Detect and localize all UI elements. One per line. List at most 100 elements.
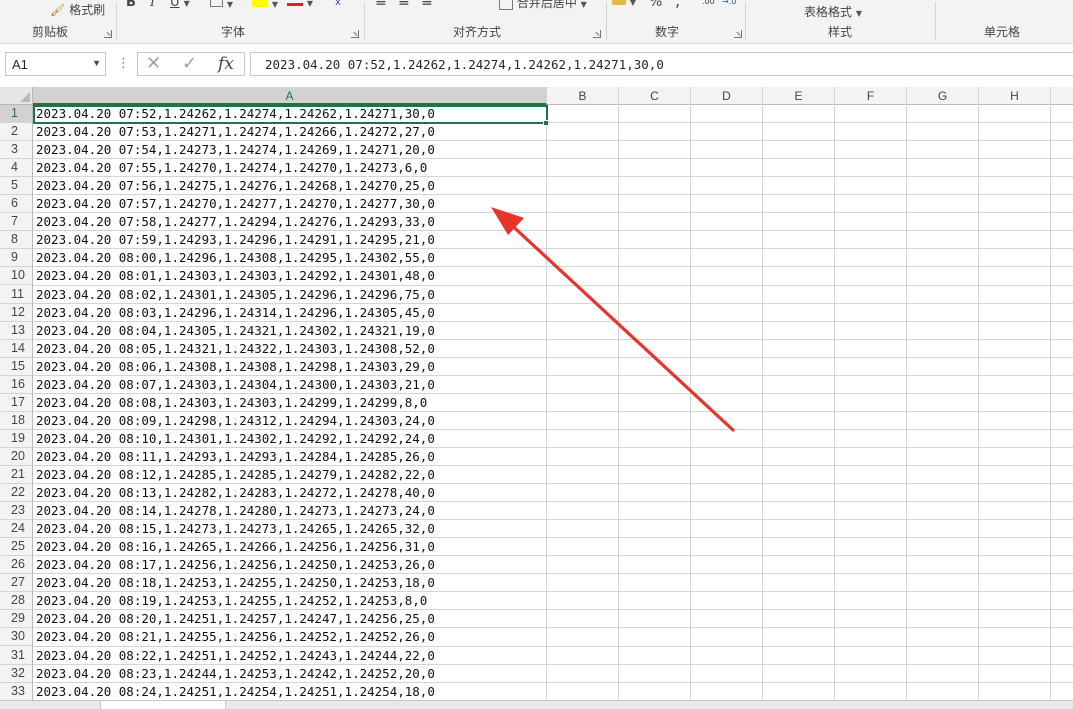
row-header[interactable]: 22: [0, 484, 32, 503]
column-header-b[interactable]: B: [547, 87, 619, 105]
column-header-h[interactable]: H: [979, 87, 1051, 105]
column-header-d[interactable]: D: [691, 87, 763, 105]
more-options-icon[interactable]: ⋮: [117, 56, 130, 71]
row-header[interactable]: 16: [0, 376, 32, 394]
font-launcher-icon[interactable]: [351, 30, 359, 38]
cell-a-value[interactable]: 2023.04.20 08:08,1.24303,1.24303,1.24299…: [36, 394, 427, 412]
row-header[interactable]: 30: [0, 628, 32, 647]
italic-button[interactable]: I: [150, 0, 155, 10]
cell-a-value[interactable]: 2023.04.20 08:20,1.24251,1.24257,1.24247…: [36, 610, 435, 628]
cell-a-value[interactable]: 2023.04.20 08:04,1.24305,1.24321,1.24302…: [36, 322, 435, 340]
cell-a-value[interactable]: 2023.04.20 08:10,1.24301,1.24302,1.24292…: [36, 430, 435, 448]
cell-a-value[interactable]: 2023.04.20 07:59,1.24293,1.24296,1.24291…: [36, 231, 435, 249]
format-painter-button[interactable]: 🖌 格式刷: [50, 1, 105, 18]
align-right-icon[interactable]: ≡: [421, 0, 433, 10]
cell-a-value[interactable]: 2023.04.20 08:16,1.24265,1.24266,1.24256…: [36, 538, 435, 556]
row-header[interactable]: 31: [0, 647, 32, 665]
bold-button[interactable]: B: [126, 0, 136, 10]
row-header[interactable]: 26: [0, 556, 32, 575]
clipboard-launcher-icon[interactable]: [104, 30, 112, 38]
cell-a-value[interactable]: 2023.04.20 08:15,1.24273,1.24273,1.24265…: [36, 520, 435, 538]
cell-a-value[interactable]: 2023.04.20 08:07,1.24303,1.24304,1.24300…: [36, 376, 435, 394]
alignment-launcher-icon[interactable]: [593, 30, 601, 38]
row-header[interactable]: 28: [0, 592, 32, 611]
align-left-icon[interactable]: ≡: [375, 0, 387, 10]
row-header[interactable]: 8: [0, 231, 32, 250]
cell-a-value[interactable]: 2023.04.20 08:06,1.24308,1.24308,1.24298…: [36, 358, 435, 376]
row-header[interactable]: 5: [0, 177, 32, 196]
cell-a-value[interactable]: 2023.04.20 07:54,1.24273,1.24274,1.24269…: [36, 141, 435, 159]
name-box[interactable]: A1 ▼: [5, 52, 106, 76]
cell-a-value[interactable]: 2023.04.20 07:55,1.24270,1.24274,1.24270…: [36, 159, 427, 177]
row-header[interactable]: 27: [0, 574, 32, 593]
increase-decimal-button[interactable]: →.0: [722, 0, 736, 6]
column-header-g[interactable]: G: [907, 87, 979, 105]
row-header[interactable]: 23: [0, 502, 32, 521]
row-header[interactable]: 24: [0, 520, 32, 539]
border-button[interactable]: ▼: [210, 0, 233, 10]
currency-button[interactable]: ▼: [612, 0, 636, 8]
formula-input[interactable]: 2023.04.20 07:52,1.24262,1.24274,1.24262…: [250, 52, 1073, 76]
percent-button[interactable]: %: [649, 0, 662, 10]
cell-a-value[interactable]: 2023.04.20 08:05,1.24321,1.24322,1.24303…: [36, 340, 435, 358]
comma-button[interactable]: ,: [675, 0, 680, 10]
column-header-c[interactable]: C: [619, 87, 691, 105]
row-header[interactable]: 25: [0, 538, 32, 557]
row-header[interactable]: 33: [0, 683, 32, 700]
number-launcher-icon[interactable]: [734, 30, 742, 38]
row-header[interactable]: 1: [0, 105, 32, 123]
cell-a-value[interactable]: 2023.04.20 08:14,1.24278,1.24280,1.24273…: [36, 502, 435, 520]
cell-a-value[interactable]: 2023.04.20 07:53,1.24271,1.24274,1.24266…: [36, 123, 435, 141]
fill-color-button[interactable]: ▼: [252, 0, 278, 10]
row-header[interactable]: 11: [0, 286, 32, 304]
row-header[interactable]: 13: [0, 322, 32, 340]
row-header[interactable]: 14: [0, 340, 32, 358]
cell-a-value[interactable]: 2023.04.20 08:03,1.24296,1.24314,1.24296…: [36, 304, 435, 322]
enter-icon[interactable]: ✓: [182, 53, 197, 74]
cell-a-value[interactable]: 2023.04.20 08:24,1.24251,1.24254,1.24251…: [36, 683, 435, 700]
cell-a-value[interactable]: 2023.04.20 08:17,1.24256,1.24256,1.24250…: [36, 556, 435, 574]
row-header[interactable]: 21: [0, 466, 32, 484]
font-color-button[interactable]: ▼: [287, 0, 313, 9]
cell-a-value[interactable]: 2023.04.20 08:22,1.24251,1.24252,1.24243…: [36, 647, 435, 665]
row-header[interactable]: 32: [0, 665, 32, 683]
cell-a-value[interactable]: 2023.04.20 08:21,1.24255,1.24256,1.24252…: [36, 628, 435, 646]
cell-a-value[interactable]: 2023.04.20 07:56,1.24275,1.24276,1.24268…: [36, 177, 435, 195]
row-header[interactable]: 10: [0, 267, 32, 286]
decrease-decimal-button[interactable]: .00: [702, 0, 715, 6]
row-header[interactable]: 6: [0, 195, 32, 214]
underline-button[interactable]: U ▼: [170, 0, 190, 10]
cell-a-value[interactable]: 2023.04.20 08:23,1.24244,1.24253,1.24242…: [36, 665, 435, 683]
row-header[interactable]: 7: [0, 213, 32, 232]
chevron-down-icon[interactable]: ▼: [92, 58, 101, 68]
cell-a-value[interactable]: 2023.04.20 07:58,1.24277,1.24294,1.24276…: [36, 213, 435, 231]
row-header[interactable]: 17: [0, 394, 32, 412]
row-header[interactable]: 18: [0, 412, 32, 430]
sheet-tab[interactable]: [100, 701, 226, 709]
cell-a-value[interactable]: 2023.04.20 08:09,1.24298,1.24312,1.24294…: [36, 412, 435, 430]
phonetic-button[interactable]: x: [335, 0, 341, 8]
cell-grid[interactable]: 2023.04.20 07:52,1.24262,1.24274,1.24262…: [33, 105, 1073, 700]
column-header-f[interactable]: F: [835, 87, 907, 105]
row-header[interactable]: 15: [0, 358, 32, 376]
align-center-icon[interactable]: ≡: [398, 0, 410, 10]
fill-handle[interactable]: [543, 120, 549, 126]
cell-a-value[interactable]: 2023.04.20 07:57,1.24270,1.24277,1.24270…: [36, 195, 435, 213]
row-header[interactable]: 4: [0, 159, 32, 178]
row-header[interactable]: 12: [0, 304, 32, 322]
cell-a-value[interactable]: 2023.04.20 08:13,1.24282,1.24283,1.24272…: [36, 484, 435, 502]
cell-a-value[interactable]: 2023.04.20 08:00,1.24296,1.24308,1.24295…: [36, 249, 435, 267]
cell-a-value[interactable]: 2023.04.20 08:01,1.24303,1.24303,1.24292…: [36, 267, 435, 285]
row-header[interactable]: 9: [0, 249, 32, 268]
merge-center-button[interactable]: 合并后居中 ▼: [499, 0, 587, 11]
cell-a-value[interactable]: 2023.04.20 08:18,1.24253,1.24255,1.24250…: [36, 574, 435, 592]
cell-a-value[interactable]: 2023.04.20 08:12,1.24285,1.24285,1.24279…: [36, 466, 435, 484]
cancel-icon[interactable]: ✕: [146, 53, 161, 74]
select-all-button[interactable]: [0, 87, 33, 105]
cell-a-value[interactable]: 2023.04.20 08:11,1.24293,1.24293,1.24284…: [36, 448, 435, 466]
table-format-button[interactable]: 表格格式 ▼: [804, 3, 862, 20]
row-header[interactable]: 29: [0, 610, 32, 629]
insert-function-icon[interactable]: fx: [218, 54, 234, 74]
column-header-e[interactable]: E: [763, 87, 835, 105]
row-header[interactable]: 2: [0, 123, 32, 142]
